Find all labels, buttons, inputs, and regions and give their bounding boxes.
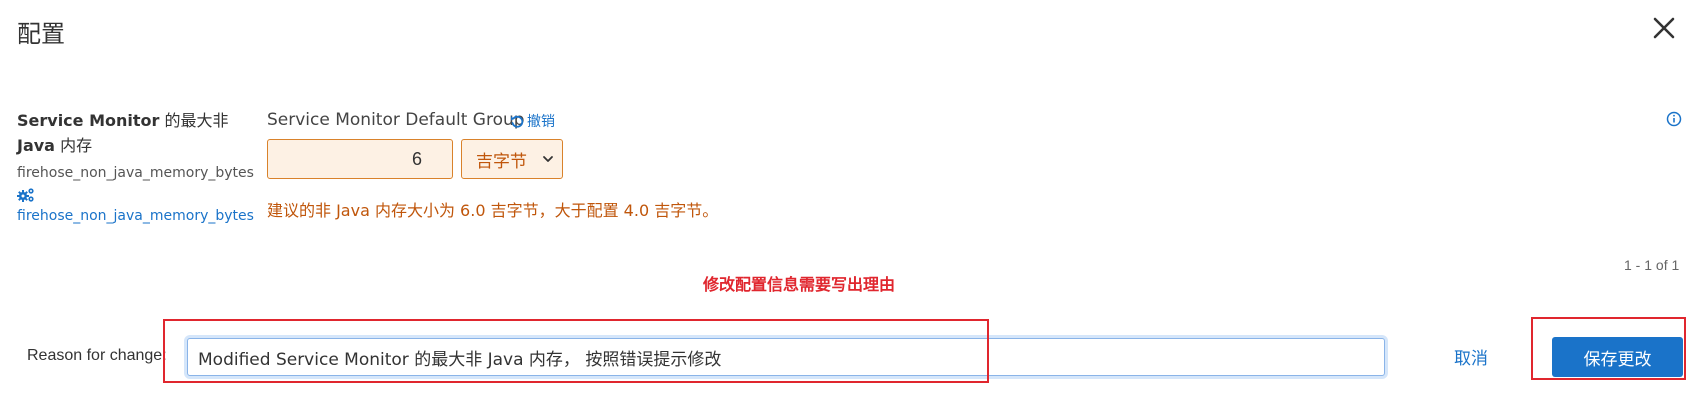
property-link[interactable]: firehose_non_java_memory_bytes bbox=[17, 208, 254, 224]
config-dialog: 配置 Service Monitor 的最大非 Java 内存 firehose… bbox=[0, 0, 1696, 406]
gears-icon bbox=[17, 188, 34, 202]
property-name-rest-2: 内存 bbox=[54, 136, 93, 155]
undo-label: 撤销 bbox=[527, 114, 555, 130]
chevron-down-icon bbox=[543, 156, 553, 162]
close-button[interactable] bbox=[1650, 14, 1678, 42]
group-label: Service Monitor Default Group bbox=[267, 110, 525, 130]
cancel-button[interactable]: 取消 bbox=[1454, 344, 1488, 369]
property-display-name: Service Monitor 的最大非 Java 内存 bbox=[17, 108, 237, 158]
property-key: firehose_non_java_memory_bytes bbox=[17, 165, 254, 181]
save-changes-button[interactable]: 保存更改 bbox=[1552, 337, 1683, 377]
unit-select[interactable]: 吉字节 bbox=[461, 139, 563, 179]
dialog-title: 配置 bbox=[17, 20, 65, 48]
undo-icon bbox=[511, 115, 524, 128]
value-input[interactable] bbox=[267, 139, 453, 179]
close-icon bbox=[1653, 17, 1675, 39]
reason-label: Reason for change: bbox=[27, 347, 167, 364]
reason-input[interactable] bbox=[187, 338, 1385, 376]
warning-message: 建议的非 Java 内存大小为 6.0 吉字节，大于配置 4.0 吉字节。 bbox=[267, 201, 719, 220]
property-name-bold-1: Service Monitor bbox=[17, 111, 160, 130]
annotation-text: 修改配置信息需要写出理由 bbox=[703, 275, 896, 294]
pagination-summary: 1 - 1 of 1 bbox=[1624, 257, 1680, 273]
property-name-bold-2: Java bbox=[17, 136, 55, 155]
info-icon[interactable] bbox=[1666, 111, 1682, 127]
undo-button[interactable]: 撤销 bbox=[510, 111, 555, 131]
property-name-rest-1: 的最大非 bbox=[159, 111, 229, 130]
unit-select-value: 吉字节 bbox=[476, 151, 527, 172]
